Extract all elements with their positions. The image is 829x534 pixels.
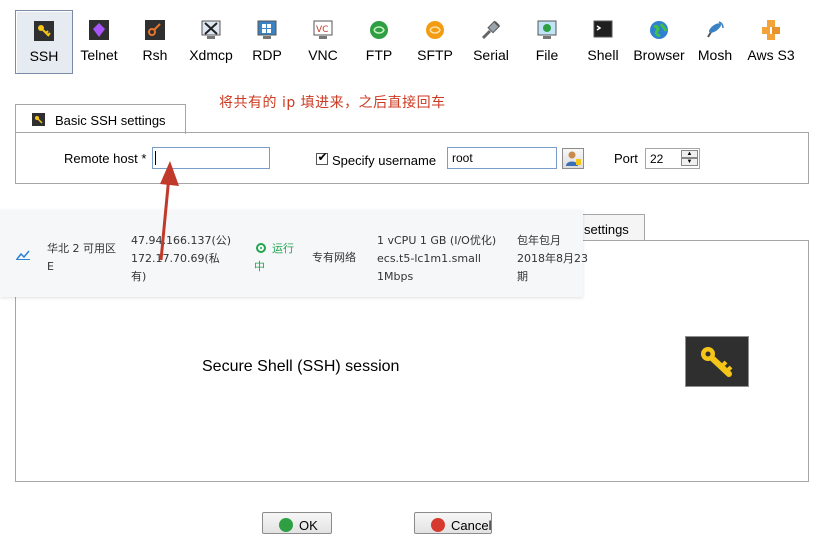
- annotation-text: 将共有的 ip 填进来，之后直接回车: [219, 95, 446, 111]
- telnet-icon: [89, 20, 109, 40]
- browser-icon: [650, 21, 668, 39]
- tab-basic-ssh-settings[interactable]: Basic SSH settings: [15, 104, 186, 134]
- status-line1: 运行: [272, 242, 294, 255]
- vnc-icon: VC: [313, 20, 333, 39]
- billing-line2: 2018年8月23: [517, 252, 588, 265]
- specify-username-label: Specify username: [332, 153, 437, 168]
- sftp-label: SFTP: [417, 47, 453, 63]
- file-icon: [537, 20, 557, 39]
- spec-line1: 1 vCPU 1 GB (I/O优化): [377, 234, 497, 247]
- private-ip-line2: 有): [131, 270, 147, 283]
- cancel-button[interactable]: Cancel: [414, 512, 492, 534]
- session-type-toolbar: SSH Telnet Rsh Xdmcp RDP VC VNC FTP SFTP…: [0, 0, 829, 76]
- billing-line1: 包年包月: [517, 234, 561, 247]
- zone-line2: E: [47, 260, 54, 273]
- browser-label: Browser: [633, 47, 685, 63]
- ok-label: OK: [299, 518, 318, 533]
- serial-icon: [481, 20, 501, 40]
- ssh-key-large-icon: [685, 336, 749, 387]
- ok-check-icon: [279, 518, 293, 532]
- port-spinner[interactable]: ▲ ▼: [681, 150, 698, 167]
- xdmcp-label: Xdmcp: [189, 47, 233, 63]
- mosh-button[interactable]: Mosh: [687, 10, 743, 72]
- ssh-key-icon: [34, 21, 54, 41]
- ftp-button[interactable]: FTP: [351, 10, 407, 72]
- rdp-label: RDP: [252, 47, 282, 63]
- file-label: File: [535, 47, 559, 63]
- user-icon: [566, 151, 581, 166]
- rdp-button[interactable]: RDP: [239, 10, 295, 72]
- aws-s3-icon: [762, 20, 780, 40]
- svg-text:VC: VC: [316, 25, 328, 35]
- cancel-label: Cancel: [451, 518, 492, 533]
- ftp-label: FTP: [365, 47, 393, 63]
- spec-line3: 1Mbps: [377, 270, 414, 283]
- remote-host-label: Remote host *: [64, 151, 147, 166]
- username-input[interactable]: [447, 147, 557, 169]
- key-icon: [32, 113, 45, 126]
- shell-icon: [593, 20, 613, 38]
- spin-down-icon[interactable]: ▼: [681, 158, 698, 166]
- file-button[interactable]: File: [519, 10, 575, 72]
- user-select-button[interactable]: [562, 148, 584, 169]
- session-description: Secure Shell (SSH) session: [202, 358, 400, 375]
- mosh-label: Mosh: [697, 47, 733, 63]
- serial-button[interactable]: Serial: [463, 10, 519, 72]
- vnc-label: VNC: [308, 47, 338, 63]
- serial-label: Serial: [473, 47, 509, 63]
- sftp-button[interactable]: SFTP: [407, 10, 463, 72]
- aws-s3-button[interactable]: Aws S3: [743, 10, 799, 72]
- shell-button[interactable]: Shell: [575, 10, 631, 72]
- rsh-icon: [145, 20, 165, 40]
- ok-button[interactable]: OK: [262, 512, 332, 534]
- monitor-chart-icon: [16, 250, 30, 260]
- tab-advanced-settings[interactable]: settings: [577, 214, 645, 242]
- spec-line2: ecs.t5-lc1m1.small: [377, 252, 481, 265]
- ftp-icon: [370, 21, 388, 39]
- checkmark-icon: ✔: [317, 150, 328, 164]
- shell-label: Shell: [587, 47, 619, 63]
- spin-up-icon[interactable]: ▲: [681, 150, 698, 158]
- rsh-label: Rsh: [142, 47, 168, 63]
- running-status-icon: [256, 243, 266, 253]
- telnet-label: Telnet: [80, 47, 118, 63]
- telnet-button[interactable]: Telnet: [71, 10, 127, 72]
- mosh-icon: [707, 21, 724, 38]
- tab-advanced-label: settings: [584, 222, 629, 237]
- xdmcp-button[interactable]: Xdmcp: [183, 10, 239, 72]
- zone-line1: 华北 2 可用区: [47, 242, 116, 255]
- status-line2: 中: [254, 260, 265, 273]
- tab-basic-label: Basic SSH settings: [55, 113, 166, 128]
- xdmcp-icon: [201, 20, 221, 39]
- aws-s3-label: Aws S3: [747, 47, 795, 63]
- rsh-button[interactable]: Rsh: [127, 10, 183, 72]
- cancel-x-icon: [431, 518, 445, 532]
- network-type: 专有网络: [312, 251, 356, 264]
- rdp-icon: [257, 20, 277, 39]
- port-label: Port: [614, 151, 638, 166]
- vnc-button[interactable]: VC VNC: [295, 10, 351, 72]
- browser-button[interactable]: Browser: [631, 10, 687, 72]
- annotation-arrow: [159, 161, 179, 261]
- ssh-label: SSH: [29, 48, 59, 64]
- sftp-icon: [426, 21, 444, 39]
- ssh-button[interactable]: SSH: [15, 10, 73, 74]
- billing-line3: 期: [517, 270, 528, 283]
